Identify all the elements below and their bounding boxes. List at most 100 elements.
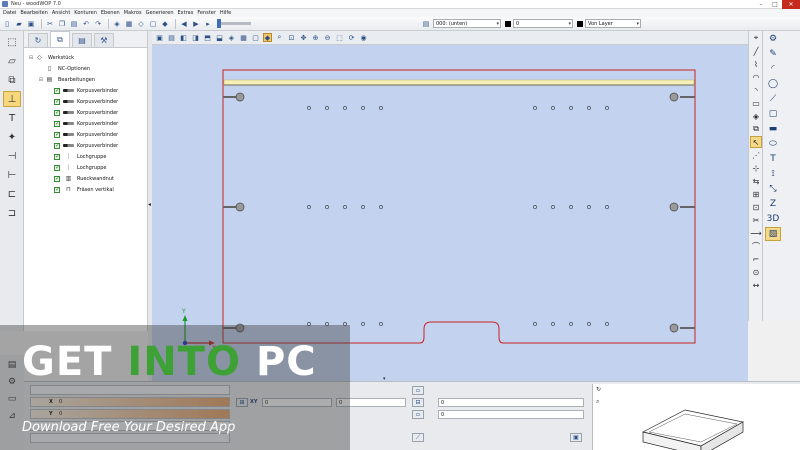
gear-icon[interactable]: ⚙ <box>765 32 781 46</box>
stack-tool-icon[interactable]: ⧉ <box>3 72 21 88</box>
view-top-icon[interactable]: ⬒ <box>203 33 212 42</box>
edge-tool-icon[interactable]: ⊐ <box>3 205 21 221</box>
tab-tools[interactable]: ⚒ <box>94 33 114 47</box>
menu-item-fenster[interactable]: Fenster <box>197 10 216 16</box>
play-backward-icon[interactable]: ◀ <box>179 19 189 29</box>
offset-tool-icon[interactable]: ⊡ <box>750 201 762 213</box>
ellipse-draw-icon[interactable]: ⬭ <box>765 137 781 151</box>
line-tool-icon[interactable]: ╱ <box>750 45 762 57</box>
view-iso-icon[interactable]: ◈ <box>227 33 236 42</box>
3d-preview-panel[interactable]: ↻ ⌕ <box>592 384 800 450</box>
enabled-checkbox[interactable] <box>54 175 60 182</box>
color-combo[interactable]: 0 <box>513 19 573 28</box>
minimize-button[interactable]: – <box>754 0 768 9</box>
trim-tool-icon[interactable]: ✂ <box>750 214 762 226</box>
view-left-icon[interactable]: ◧ <box>179 33 188 42</box>
step-forward-icon[interactable]: ▸ <box>203 19 213 29</box>
mirror-tool-icon[interactable]: ⇆ <box>750 175 762 187</box>
transform-icon[interactable]: ⤡ <box>765 182 781 196</box>
polyline-tool-icon[interactable]: ⌇ <box>750 58 762 70</box>
dimension-tool-icon[interactable]: ↔ <box>750 279 762 291</box>
paste-icon[interactable]: ▤ <box>69 19 79 29</box>
rect-draw-icon[interactable]: ▢ <box>765 107 781 121</box>
right-field-1[interactable]: 0 <box>438 398 584 407</box>
option-icon[interactable]: ▫ <box>412 386 424 395</box>
view-top-icon[interactable]: ▢ <box>148 19 158 29</box>
zoom-window-icon[interactable]: ⬚ <box>335 33 344 42</box>
undo-icon[interactable]: ↶ <box>81 19 91 29</box>
select-tool-icon[interactable]: ⌖ <box>750 32 762 44</box>
simulation-slider[interactable] <box>217 19 251 28</box>
menu-item-konturen[interactable]: Konturen <box>74 10 97 16</box>
tree-item-workpiece[interactable]: ⊟ ◇ Werkstück <box>24 52 147 63</box>
hatch-icon[interactable]: ▧ <box>765 227 781 241</box>
tree-item-hole-group[interactable]: ⋮ Lochgruppe <box>24 162 147 173</box>
menu-item-ebenen[interactable]: Ebenen <box>101 10 120 16</box>
zoom-out-icon[interactable]: ⊖ <box>323 33 332 42</box>
view-shade-icon[interactable]: ◆ <box>160 19 170 29</box>
panel-tool-icon[interactable]: ▱ <box>3 53 21 69</box>
view-back-icon[interactable]: ▤ <box>167 33 176 42</box>
save-icon[interactable]: ▣ <box>26 19 36 29</box>
tree-item-operations[interactable]: ⊟ ▤ Bearbeitungen <box>24 74 147 85</box>
measure-tool-icon[interactable]: ⊹ <box>750 162 762 174</box>
view-solid-icon[interactable]: ◆ <box>263 33 272 42</box>
globe-icon[interactable]: ◉ <box>359 33 368 42</box>
contour-tool-icon[interactable]: ⊏ <box>3 186 21 202</box>
menu-item-ansicht[interactable]: Ansicht <box>52 10 70 16</box>
new-file-icon[interactable]: ▯ <box>2 19 12 29</box>
collapse-arrow-icon[interactable]: ▾ <box>383 376 386 382</box>
play-forward-icon[interactable]: ▶ <box>191 19 201 29</box>
router-tool-icon[interactable]: ⊢ <box>3 167 21 183</box>
cube-tool-icon[interactable]: ◈ <box>750 110 762 122</box>
zigzag-icon[interactable]: Z <box>765 197 781 211</box>
tree-item-groove[interactable]: ▥ Rueckwandnut <box>24 173 147 184</box>
enabled-checkbox[interactable] <box>54 109 60 116</box>
view-right-icon[interactable]: ◨ <box>191 33 200 42</box>
tree-item-milling[interactable]: ⊓ Fräsen vertikal <box>24 184 147 195</box>
snap-tool-icon[interactable]: ⊙ <box>750 266 762 278</box>
redraw-icon[interactable]: ⟳ <box>347 33 356 42</box>
enabled-checkbox[interactable] <box>54 153 60 160</box>
layer-mode-combo[interactable]: Von Layer <box>585 19 641 28</box>
fillet-tool-icon[interactable]: ⌒ <box>750 240 762 252</box>
layers-tool-icon[interactable]: ⧉ <box>750 123 762 135</box>
menu-item-generieren[interactable]: Generieren <box>146 10 174 16</box>
view-iso-icon[interactable]: ◇ <box>136 19 146 29</box>
right-field-2[interactable]: 0 <box>438 410 584 419</box>
arc2-tool-icon[interactable]: ◝ <box>750 84 762 96</box>
menu-item-extras[interactable]: Extras <box>178 10 194 16</box>
cut-icon[interactable]: ✂ <box>45 19 55 29</box>
slider-thumb[interactable] <box>217 19 221 28</box>
layer-combo[interactable]: 000: (unten) <box>433 19 501 28</box>
rect-fill-icon[interactable]: ▬ <box>765 122 781 136</box>
circle-draw-icon[interactable]: ◯ <box>765 77 781 91</box>
workpiece-tool-icon[interactable]: ⬚ <box>3 34 21 50</box>
tool-path-icon[interactable]: ⟋ <box>412 433 424 442</box>
tab-list[interactable]: ▤ <box>72 33 92 47</box>
tree-item-connector[interactable]: Korpusverbinder <box>24 129 147 140</box>
tree-item-nc-options[interactable]: ▯ NC-Optionen <box>24 63 147 74</box>
pan-icon[interactable]: ✥ <box>299 33 308 42</box>
panel-options-icon[interactable]: ▣ <box>570 433 582 442</box>
tree-item-connector[interactable]: Korpusverbinder <box>24 140 147 151</box>
vertical-drill-icon[interactable]: T <box>3 110 21 126</box>
pencil-icon[interactable]: ✎ <box>765 47 781 61</box>
menu-item-datei[interactable]: Datei <box>3 10 16 16</box>
tree-item-hole-group[interactable]: ⋮ Lochgruppe <box>24 151 147 162</box>
menu-item-bearbeiten[interactable]: Bearbeiten <box>20 10 47 16</box>
polyline-draw-icon[interactable]: ⟟ <box>765 167 781 181</box>
saw-tool-icon[interactable]: ✦ <box>3 129 21 145</box>
tab-tree[interactable]: ⧉ <box>50 31 70 47</box>
enabled-checkbox[interactable] <box>54 186 60 193</box>
grid-tool-icon[interactable]: ⊞ <box>750 188 762 200</box>
layer-color-swatch[interactable] <box>577 20 583 27</box>
color-swatch[interactable] <box>505 20 511 27</box>
3d-view-icon[interactable]: 3D <box>765 212 781 226</box>
option2-icon[interactable]: ▫ <box>412 410 424 419</box>
tree-item-connector[interactable]: Korpusverbinder <box>24 85 147 96</box>
text-tool-icon[interactable]: T <box>765 152 781 166</box>
view-3d-icon[interactable]: ◈ <box>112 19 122 29</box>
view-box-icon[interactable]: ▦ <box>124 19 134 29</box>
tree-item-connector[interactable]: Korpusverbinder <box>24 96 147 107</box>
